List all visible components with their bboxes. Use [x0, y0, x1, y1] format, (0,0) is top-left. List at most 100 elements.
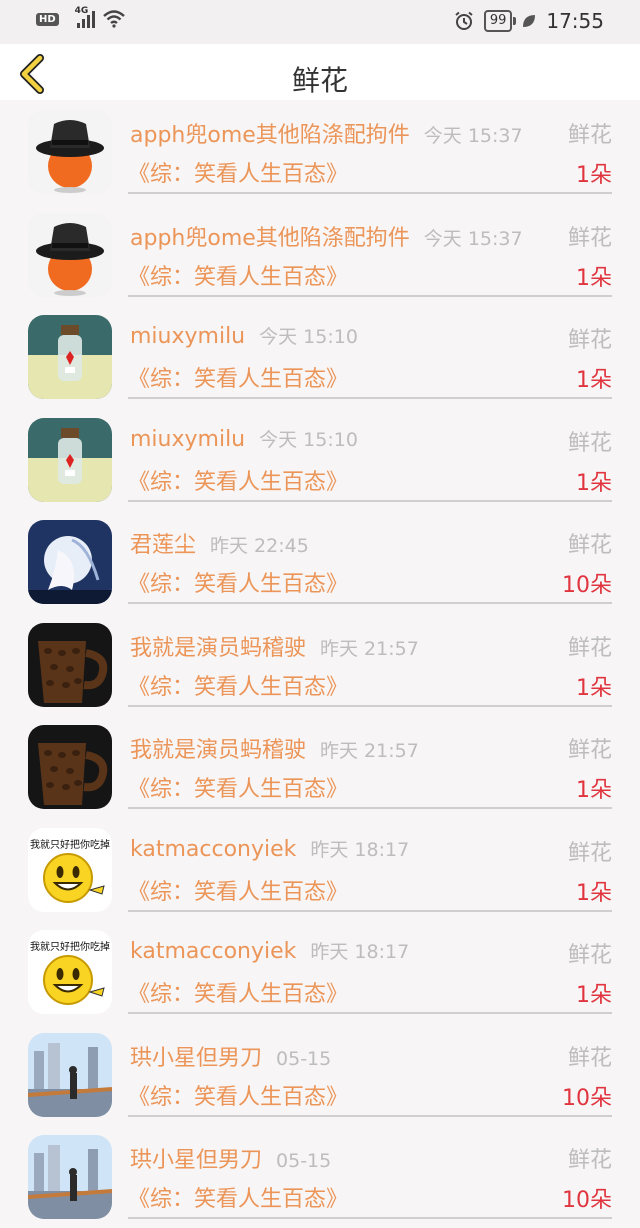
book-title: 《综：笑看人生百态》: [128, 1084, 349, 1110]
book-title: 《综：笑看人生百态》: [128, 162, 349, 187]
gift-type: 鲜花: [567, 123, 612, 148]
gift-type: 鲜花: [567, 943, 612, 968]
wifi-icon: [102, 10, 125, 28]
status-right: 99 17:55: [454, 9, 604, 33]
avatar[interactable]: [28, 725, 112, 809]
list-item[interactable]: apph兜ome其他陷涤配拘件 今天 15:37 鲜花 《综：笑看人生百态》 1朵: [0, 100, 640, 203]
clock-time: 17:55: [546, 9, 604, 33]
user-name: apph兜ome其他陷涤配拘件 今天 15:37: [130, 117, 523, 149]
avatar-caption: 我就只好把你吃掉: [30, 942, 110, 953]
avatar[interactable]: [28, 1032, 112, 1117]
timestamp: 昨天 21:57: [320, 637, 419, 660]
list-item[interactable]: 珙小星但男刀 05-15 鲜花 《综：笑看人生百态》 10朵: [0, 1023, 640, 1126]
list-item[interactable]: miuxymilu 今天 15:10 鲜花 《综：笑看人生百态》 1朵: [0, 408, 640, 511]
user-name: apph兜ome其他陷涤配拘件 今天 15:37: [130, 220, 523, 252]
gift-list: apph兜ome其他陷涤配拘件 今天 15:37 鲜花 《综：笑看人生百态》 1朵…: [0, 100, 640, 1228]
user-name: miuxymilu 今天 15:10: [130, 425, 358, 452]
avatar[interactable]: [28, 520, 112, 604]
avatar[interactable]: [28, 622, 112, 707]
book-title: 《综：笑看人生百态》: [128, 469, 349, 495]
user-name-text: katmacconyiek: [130, 939, 297, 964]
network-type: 4G: [74, 6, 89, 16]
timestamp: 今天 15:37: [423, 125, 523, 147]
gift-count: 1朵: [576, 368, 612, 393]
divider: [128, 602, 612, 604]
divider: [128, 294, 612, 297]
signal-icon: 4G: [75, 6, 95, 28]
book-title: 《综：笑看人生百态》: [128, 879, 349, 905]
gift-type: 鲜花: [567, 840, 612, 866]
user-name-text: 我就是演员蚂稽驶: [130, 738, 307, 763]
divider: [128, 499, 612, 502]
battery-icon: 99: [483, 10, 516, 32]
gift-count: 10朵: [562, 573, 612, 598]
gift-count: 1朵: [576, 265, 612, 291]
timestamp: 05-15: [276, 1047, 332, 1070]
gift-type: 鲜花: [567, 1045, 612, 1071]
alarm-icon: [455, 11, 473, 30]
avatar[interactable]: [28, 417, 112, 502]
gift-count: 10朵: [562, 1085, 612, 1111]
list-item[interactable]: 我就只好把你吃掉 katmacconyiek 昨天 18:17 鲜花 《综：笑看人…: [0, 920, 640, 1023]
gift-count: 10朵: [562, 1188, 612, 1213]
list-item[interactable]: 我就是演员蚂稽驶 昨天 21:57 鲜花 《综：笑看人生百态》 1朵: [0, 613, 640, 716]
gift-count: 1朵: [576, 880, 612, 906]
divider: [128, 397, 612, 399]
timestamp: 今天 15:10: [259, 428, 358, 451]
divider: [128, 192, 612, 194]
leaf-icon: [523, 15, 536, 27]
avatar[interactable]: [28, 315, 112, 399]
gift-type: 鲜花: [567, 225, 612, 251]
user-name-text: 珙小星但男刀: [130, 1148, 263, 1173]
status-left: HD 4G: [36, 6, 125, 28]
gift-count: 1朵: [576, 778, 612, 803]
status-bar: HD 4G 99 17:55: [0, 0, 640, 44]
timestamp: 昨天 21:57: [320, 740, 419, 762]
divider: [128, 1114, 612, 1117]
user-name-text: 我就是演员蚂稽驶: [130, 635, 307, 661]
user-name: 我就是演员蚂稽驶 昨天 21:57: [130, 732, 419, 764]
divider: [128, 807, 612, 809]
avatar[interactable]: [28, 1135, 112, 1219]
list-item[interactable]: miuxymilu 今天 15:10 鲜花 《综：笑看人生百态》 1朵: [0, 305, 640, 408]
hd-icon: HD: [36, 12, 59, 26]
gift-count: 1朵: [576, 163, 612, 188]
list-item[interactable]: 我就是演员蚂稽驶 昨天 21:57 鲜花 《综：笑看人生百态》 1朵: [0, 715, 640, 818]
gift-type: 鲜花: [567, 328, 612, 353]
user-name: 君莲尘 昨天 22:45: [130, 527, 309, 559]
book-title: 《综：笑看人生百态》: [128, 367, 349, 392]
user-name-text: 君莲尘: [130, 533, 197, 558]
gift-count: 1朵: [576, 675, 612, 701]
gift-type: 鲜花: [567, 1148, 612, 1173]
gift-count: 1朵: [576, 983, 612, 1008]
user-name-text: miuxymilu: [130, 324, 246, 349]
gift-type: 鲜花: [567, 635, 612, 661]
timestamp: 05-15: [276, 1150, 332, 1172]
gift-type: 鲜花: [567, 430, 612, 456]
header: 鲜花: [0, 44, 640, 100]
page-title: 鲜花: [291, 64, 348, 97]
timestamp: 昨天 18:17: [310, 838, 410, 861]
divider: [128, 909, 612, 912]
list-item[interactable]: apph兜ome其他陷涤配拘件 今天 15:37 鲜花 《综：笑看人生百态》 1朵: [0, 203, 640, 306]
avatar[interactable]: [28, 110, 112, 194]
divider: [128, 704, 612, 707]
timestamp: 今天 15:37: [423, 227, 523, 250]
user-name: katmacconyiek 昨天 18:17: [130, 835, 409, 862]
avatar[interactable]: 我就只好把你吃掉: [28, 930, 112, 1014]
user-name-text: miuxymilu: [130, 426, 246, 452]
gift-type: 鲜花: [567, 533, 612, 558]
avatar[interactable]: 我就只好把你吃掉: [28, 827, 112, 912]
timestamp: 昨天 22:45: [210, 535, 309, 557]
avatar[interactable]: [28, 212, 112, 297]
book-title: 《综：笑看人生百态》: [128, 777, 349, 802]
timestamp: 昨天 18:17: [310, 941, 410, 963]
user-name: katmacconyiek 昨天 18:17: [130, 937, 409, 964]
book-title: 《综：笑看人生百态》: [128, 1187, 349, 1212]
user-name-text: apph兜ome其他陷涤配拘件: [130, 225, 410, 251]
list-item[interactable]: 我就只好把你吃掉 katmacconyiek 昨天 18:17 鲜花 《综：笑看人…: [0, 818, 640, 921]
user-name-text: katmacconyiek: [130, 836, 297, 862]
list-item[interactable]: 君莲尘 昨天 22:45 鲜花 《综：笑看人生百态》 10朵: [0, 510, 640, 613]
list-item[interactable]: 珙小星但男刀 05-15 鲜花 《综：笑看人生百态》 10朵: [0, 1125, 640, 1228]
user-name: miuxymilu 今天 15:10: [130, 322, 358, 349]
